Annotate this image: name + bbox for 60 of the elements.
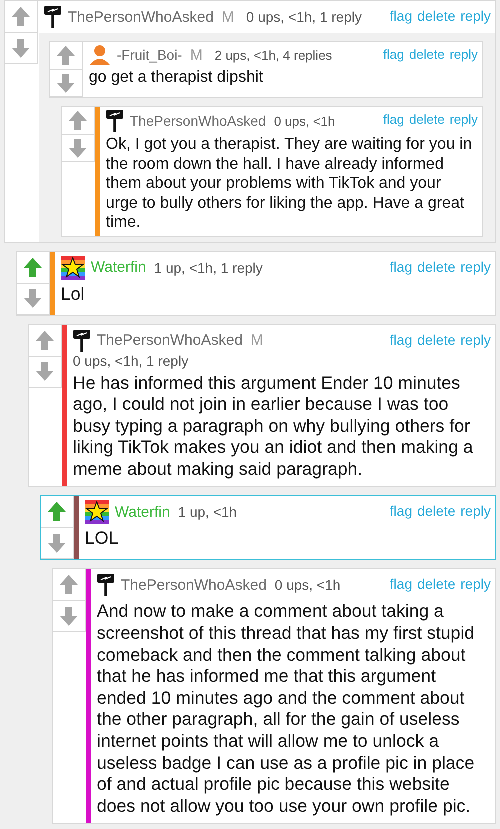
signpost-icon [97, 573, 115, 598]
downvote-button[interactable] [62, 134, 94, 161]
action-link[interactable]: delete [409, 112, 445, 127]
username-link[interactable]: ThePersonWhoAsked [68, 8, 214, 26]
mod-label: M [222, 8, 234, 26]
comment-meta: 0 ups, <1h [274, 114, 336, 128]
mod-label: M [250, 332, 264, 349]
comment-meta: 1 up, <1h [178, 504, 238, 520]
comment-text: go get a therapist dipshit [89, 68, 264, 88]
action-link[interactable]: flag [390, 576, 412, 592]
rainbow-star-icon [61, 256, 85, 280]
username-link[interactable]: ThePersonWhoAsked [130, 113, 266, 129]
signpost-icon [106, 109, 124, 133]
down-arrow-icon [34, 360, 56, 383]
action-link[interactable]: delete [417, 576, 456, 592]
comment-text: Lol [61, 284, 86, 306]
action-link[interactable]: delete [417, 503, 456, 520]
down-arrow-icon [10, 36, 32, 60]
comment-meta: 0 ups, <1h, 1 reply [73, 352, 189, 368]
comment-meta: 0 ups, <1h [274, 577, 341, 594]
comment-meta: 0 ups, <1h, 1 reply [246, 9, 362, 25]
action-link[interactable]: flag [383, 112, 404, 127]
action-link[interactable]: flag [390, 503, 412, 520]
username-link[interactable]: ThePersonWhoAsked [97, 332, 243, 349]
action-link[interactable]: reply [460, 576, 491, 592]
action-link[interactable]: flag [390, 332, 412, 348]
action-link[interactable]: delete [417, 332, 456, 348]
signpost-icon [73, 328, 91, 352]
comment-text: And now to make a comment about taking a screenshot of this thread that has my first stupid comeback and then the comment talking about that he has informed me that this argument ended 10 minutes ago and the comment about the other paragraph, all for the gain of useless internet points that will allow me to unlock a useless badge I can use as a profile pic in place of and actual profile pic because this website does not allow you too use your own profile pic. [97, 601, 476, 818]
down-arrow-icon [67, 136, 89, 160]
action-link[interactable]: delete [417, 8, 456, 24]
action-link[interactable]: reply [460, 258, 491, 274]
username-link[interactable]: ThePersonWhoAsked [121, 576, 267, 594]
action-link[interactable]: reply [460, 503, 491, 520]
down-arrow-icon [55, 72, 77, 94]
comment-text: LOL [85, 528, 120, 550]
username-link[interactable]: -Fruit_Boi- [117, 47, 182, 63]
action-link[interactable]: flag [383, 47, 404, 62]
mod-label: M [190, 46, 203, 64]
username-link[interactable]: Waterfin [115, 504, 170, 521]
signpost-icon [44, 5, 62, 29]
username-link[interactable]: Waterfin [91, 259, 146, 276]
rainbow-star-icon [85, 500, 109, 524]
action-link[interactable]: reply [450, 47, 478, 62]
action-link[interactable]: reply [460, 332, 491, 348]
comment-meta: 1 up, <1h, 1 reply [154, 260, 263, 276]
action-link[interactable]: reply [450, 112, 478, 127]
person-icon [89, 44, 111, 66]
action-link[interactable]: flag [390, 8, 412, 24]
down-arrow-icon [46, 532, 68, 555]
downvote-button[interactable] [50, 69, 82, 96]
comment-meta: 2 ups, <1h, 4 replies [214, 48, 332, 62]
action-link[interactable]: delete [409, 47, 445, 62]
action-link[interactable]: reply [460, 8, 491, 24]
action-link[interactable]: delete [417, 258, 456, 274]
action-link[interactable]: flag [390, 258, 412, 274]
comment-text: He has informed this argument Ender 10 minutes ago, I could not join in earlier because I was too busy typing a paragraph on why bullying others for liking TikTok makes you an idiot and then making a meme about making said paragraph. [73, 372, 474, 480]
down-arrow-icon [58, 604, 80, 628]
comment-text: Ok, I got you a therapist. They are waiting for you in the room down the hall. I have already informed them about your problems with TikTok and your urge to bully others for liking the app. Have a great time. [106, 135, 474, 232]
down-arrow-icon [22, 287, 44, 310]
